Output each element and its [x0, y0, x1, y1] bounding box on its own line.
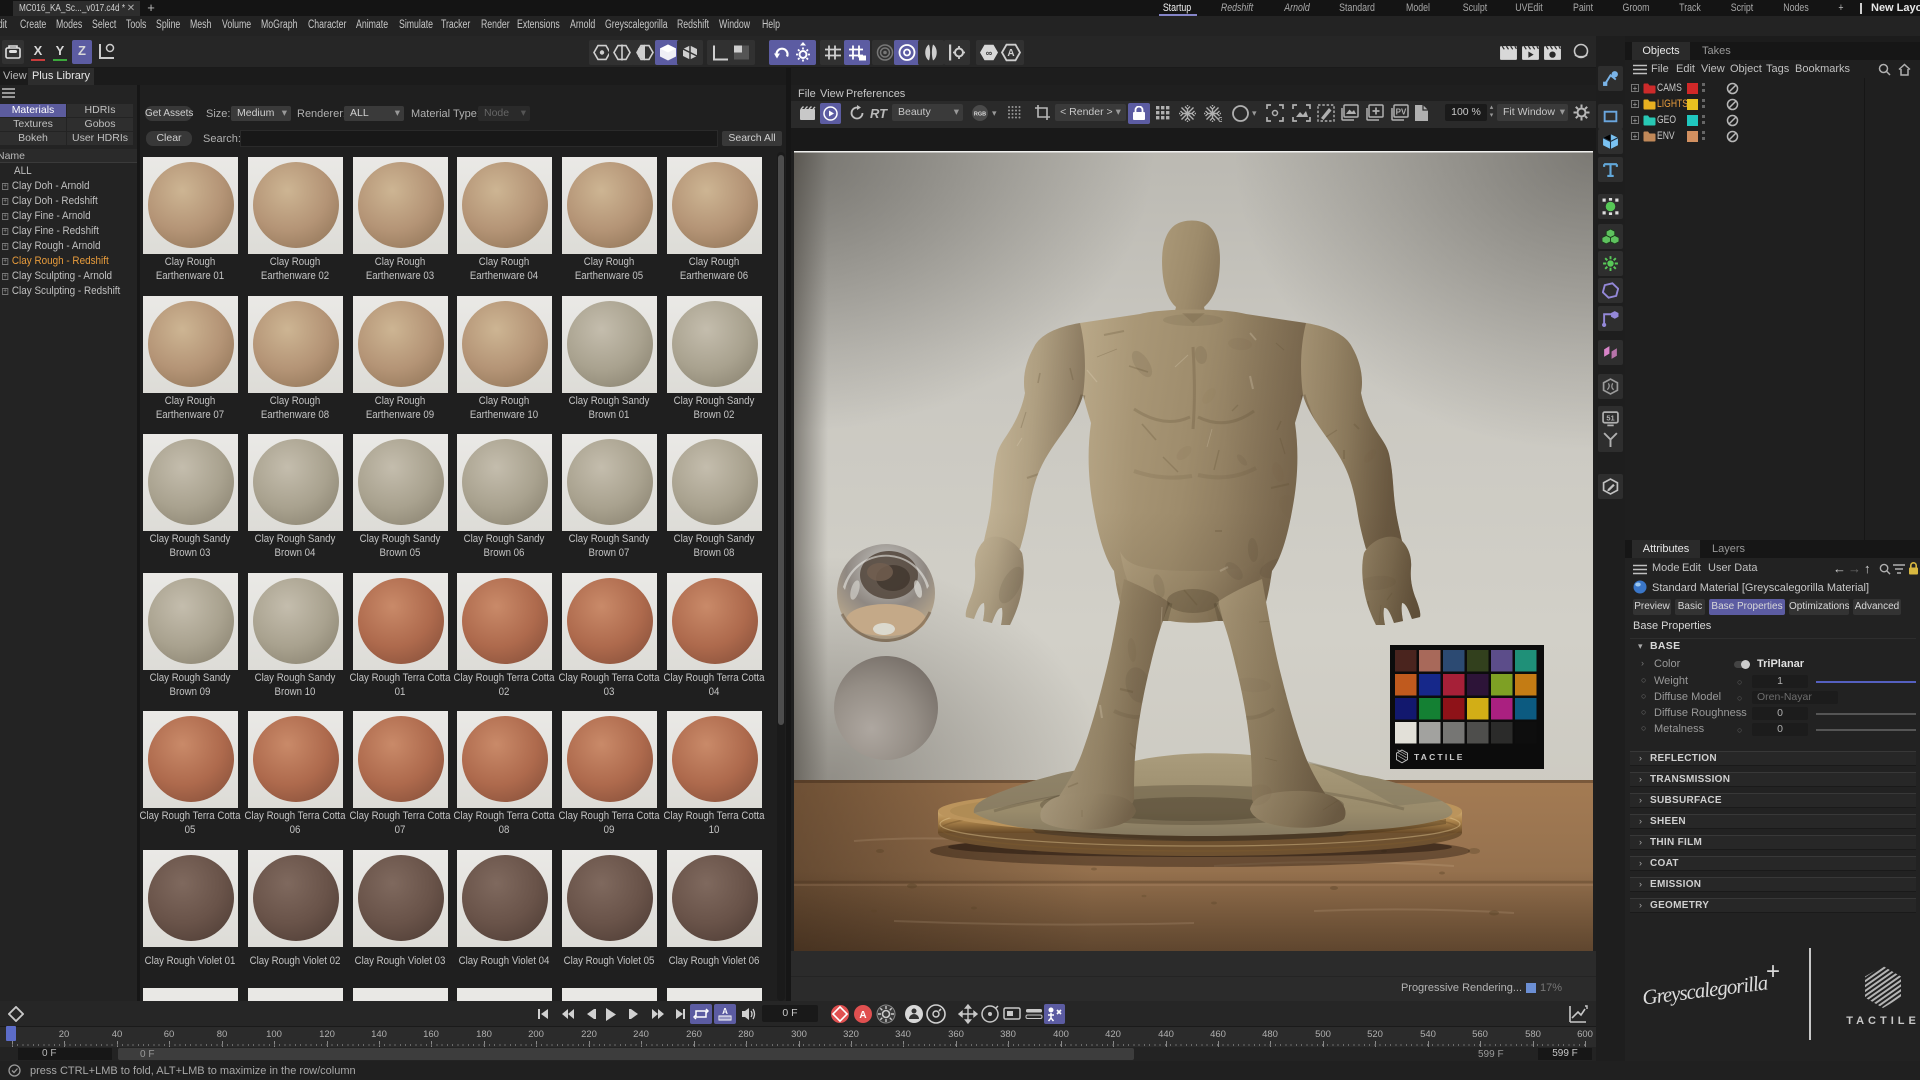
svg-text:51: 51	[1606, 414, 1614, 423]
svg-text:TACTILE: TACTILE	[1414, 752, 1465, 762]
svg-text:G: G	[1218, 117, 1222, 123]
svg-text:A: A	[1007, 48, 1014, 59]
svg-text:∞: ∞	[986, 48, 993, 58]
svg-text:A: A	[722, 1007, 728, 1016]
svg-text:RGB: RGB	[974, 112, 986, 118]
svg-text:PV: PV	[1396, 108, 1407, 117]
svg-text:A: A	[859, 1010, 866, 1021]
